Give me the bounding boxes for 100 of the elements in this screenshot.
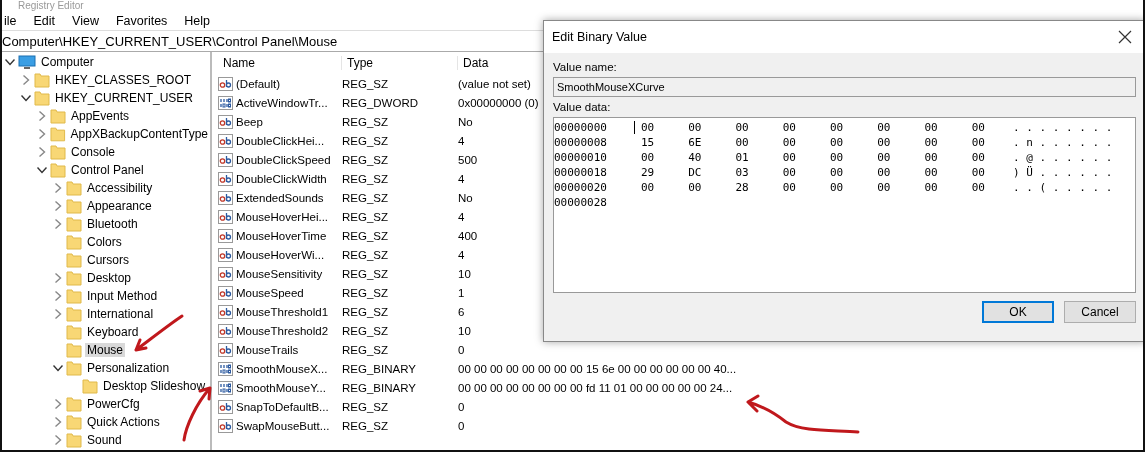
hex-byte: 6E	[687, 136, 703, 149]
hex-byte: 00	[876, 151, 892, 164]
hex-editor[interactable]	[553, 117, 1136, 293]
hex-ascii: . @ . . . . . .	[1013, 151, 1113, 164]
hex-byte: 00	[829, 181, 845, 194]
chevron-right-icon[interactable]	[53, 309, 63, 319]
tree-item[interactable]: Quick Actions	[85, 415, 162, 429]
table-cell: REG_DWORD	[342, 96, 419, 109]
table-cell: (value not set)	[458, 77, 531, 90]
chevron-right-icon[interactable]	[21, 75, 31, 85]
chevron-right-icon[interactable]	[53, 219, 63, 229]
hex-byte: 00	[970, 166, 986, 179]
hex-byte: 00	[970, 121, 986, 134]
table-cell: REG_SZ	[342, 210, 388, 223]
menu-item[interactable]: Favorites	[113, 13, 170, 28]
hex-byte: 00	[829, 151, 845, 164]
hex-byte: 00	[876, 181, 892, 194]
dialog-button[interactable]: OK	[982, 301, 1054, 323]
tree-item[interactable]: Console	[69, 145, 118, 159]
hex-byte: 40	[687, 151, 703, 164]
menu-item[interactable]: Help	[182, 13, 213, 28]
folder-icon	[50, 108, 66, 124]
dialog-button[interactable]: Cancel	[1064, 301, 1136, 323]
table-cell: 400	[458, 229, 478, 242]
table-cell: REG_SZ	[342, 115, 388, 128]
table-cell: REG_BINARY	[342, 381, 416, 394]
table-cell: 4	[458, 134, 465, 147]
chevron-down-icon[interactable]	[37, 165, 47, 175]
folder-icon	[66, 342, 82, 358]
chevron-right-icon[interactable]	[53, 399, 63, 409]
tree-item[interactable]: Desktop Slideshow	[101, 379, 208, 393]
table-cell: REG_SZ	[342, 305, 388, 318]
chevron-right-icon[interactable]	[37, 111, 47, 121]
hex-byte: 00	[781, 136, 797, 149]
hex-byte: 00	[687, 181, 703, 194]
column-header[interactable]: Type	[342, 56, 458, 70]
tree-item[interactable]: AppXBackupContentType	[68, 127, 210, 141]
hex-byte: 00	[781, 181, 797, 194]
tree-item[interactable]: International	[85, 307, 156, 321]
folder-icon	[66, 288, 82, 304]
table-cell: REG_SZ	[342, 267, 388, 280]
tree-item[interactable]: Personalization	[85, 361, 172, 375]
chevron-down-icon[interactable]	[5, 57, 15, 67]
table-cell: REG_BINARY	[342, 362, 416, 375]
column-header[interactable]: Name	[218, 56, 342, 70]
chevron-right-icon[interactable]	[37, 129, 47, 139]
table-cell: 00 00 00 00 00 00 00 00 fd 11 01 00 00 00 00 00 24...	[458, 381, 733, 394]
table-cell: 0x00000000 (0)	[458, 96, 539, 109]
tree-item[interactable]: Mouse	[85, 343, 126, 357]
tree-item[interactable]: HKEY_CURRENT_USER	[53, 91, 196, 105]
string-value-icon	[218, 152, 233, 167]
folder-icon	[50, 162, 66, 178]
table-cell: DoubleClickWidth	[236, 172, 327, 185]
folder-icon	[66, 432, 82, 448]
tree-item[interactable]: PowerCfg	[85, 397, 142, 411]
table-cell: MouseThreshold2	[236, 324, 329, 337]
folder-icon	[34, 90, 50, 106]
tree-item[interactable]: Keyboard	[85, 325, 141, 339]
table-cell: ActiveWindowTr...	[236, 96, 328, 109]
folder-icon	[50, 144, 66, 160]
table-cell: 4	[458, 210, 465, 223]
hex-byte: 00	[970, 136, 986, 149]
tree-item[interactable]: Appearance	[85, 199, 154, 213]
chevron-right-icon[interactable]	[53, 417, 63, 427]
chevron-right-icon[interactable]	[53, 291, 63, 301]
tree-item[interactable]: Cursors	[85, 253, 131, 267]
chevron-right-icon[interactable]	[53, 201, 63, 211]
chevron-right-icon[interactable]	[37, 147, 47, 157]
tree-item[interactable]: Colors	[85, 235, 124, 249]
table-cell: REG_SZ	[342, 419, 388, 432]
menu-item[interactable]: ile	[2, 13, 19, 28]
tree-item[interactable]: Desktop	[85, 271, 134, 285]
tree-item[interactable]: Bluetooth	[85, 217, 140, 231]
tree-item[interactable]: Accessibility	[85, 181, 155, 195]
binary-value-icon	[218, 95, 233, 110]
folder-icon	[66, 198, 82, 214]
chevron-right-icon[interactable]	[53, 183, 63, 193]
string-value-icon	[218, 228, 233, 243]
tree-item[interactable]: Input Method	[85, 289, 160, 303]
string-value-icon	[218, 209, 233, 224]
hex-byte: 00	[829, 166, 845, 179]
tree-item[interactable]: Sound	[85, 433, 124, 447]
chevron-right-icon[interactable]	[53, 273, 63, 283]
table-cell: MouseSpeed	[236, 286, 304, 299]
chevron-down-icon[interactable]	[21, 93, 31, 103]
table-cell: 0	[458, 419, 465, 432]
menu-item[interactable]: View	[70, 13, 101, 28]
folder-icon	[66, 360, 82, 376]
tree-item[interactable]: Computer	[39, 55, 96, 69]
chevron-right-icon[interactable]	[53, 435, 63, 445]
table-cell: 6	[458, 305, 465, 318]
tree-item[interactable]: AppEvents	[69, 109, 132, 123]
string-value-icon	[218, 190, 233, 205]
table-cell: MouseSensitivity	[236, 267, 323, 280]
chevron-down-icon[interactable]	[53, 363, 63, 373]
tree-item[interactable]: Control Panel	[69, 163, 146, 177]
folder-icon	[66, 234, 82, 250]
tree-item[interactable]: HKEY_CLASSES_ROOT	[53, 73, 194, 87]
menu-item[interactable]: Edit	[31, 13, 58, 28]
value-name-field[interactable]: SmoothMouseXCurve	[553, 77, 1136, 97]
